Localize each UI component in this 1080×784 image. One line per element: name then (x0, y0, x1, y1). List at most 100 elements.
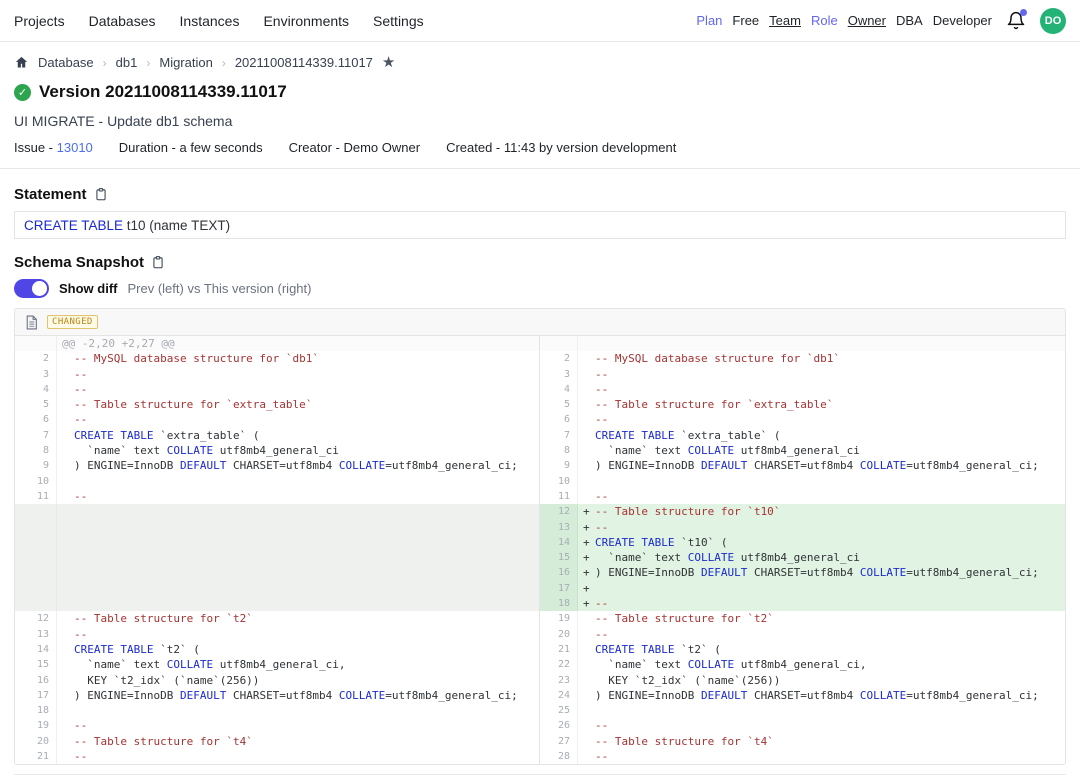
show-diff-toggle[interactable] (14, 279, 49, 298)
line-number (15, 520, 57, 535)
statement-sql: CREATE TABLE t10 (name TEXT) (14, 211, 1066, 239)
plan-option-team[interactable]: Team (769, 13, 801, 28)
line-number: 23 (540, 673, 578, 688)
diff-line: 11 -- (15, 489, 539, 504)
copy-snapshot-icon[interactable] (151, 255, 165, 270)
meta-label: Duration - a few seconds (119, 140, 263, 155)
line-number: 19 (540, 611, 578, 626)
line-code: KEY `t2_idx` (`name`(256)) (57, 673, 539, 688)
nav-item-instances[interactable]: Instances (180, 13, 240, 29)
diff-line (540, 336, 1065, 351)
line-number: 2 (540, 351, 578, 366)
issue-link[interactable]: 13010 (57, 140, 93, 155)
diff-line: 16+) ENGINE=InnoDB DEFAULT CHARSET=utf8m… (540, 565, 1065, 580)
line-code: +) ENGINE=InnoDB DEFAULT CHARSET=utf8mb4… (578, 565, 1065, 580)
role-option-developer[interactable]: Developer (933, 13, 992, 28)
section-divider (0, 168, 1080, 169)
diff-line (15, 520, 539, 535)
line-number: 17 (15, 688, 57, 703)
diff-left-column: @@ -2,20 +2,27 @@2 -- MySQL database str… (15, 336, 540, 764)
line-code (57, 565, 539, 580)
breadcrumb-item-3[interactable]: 20211008114339.11017 (235, 55, 373, 70)
diff-line: 21 CREATE TABLE `t2` ( (540, 642, 1065, 657)
line-number: 15 (540, 550, 578, 565)
notification-bell-icon[interactable] (1006, 11, 1026, 31)
diff-line: 6 -- (540, 412, 1065, 427)
diff-line: 4 -- (540, 382, 1065, 397)
line-number: 3 (15, 367, 57, 382)
breadcrumb: Database›db1›Migration›20211008114339.11… (14, 55, 1066, 70)
meta-item-3: Created - 11:43 by version development (446, 140, 676, 155)
diff-line (15, 565, 539, 580)
diff-line: 16 KEY `t2_idx` (`name`(256)) (15, 673, 539, 688)
diff-line: 9 ) ENGINE=InnoDB DEFAULT CHARSET=utf8mb… (540, 458, 1065, 473)
line-code: `name` text COLLATE utf8mb4_general_ci (578, 443, 1065, 458)
page-title: Version 20211008114339.11017 (39, 82, 287, 102)
role-option-dba[interactable]: DBA (896, 13, 923, 28)
diff-line: 18 (15, 703, 539, 718)
diff-line: 10 (540, 474, 1065, 489)
diff-line: @@ -2,20 +2,27 @@ (15, 336, 539, 351)
diff-line: 2 -- MySQL database structure for `db1` (15, 351, 539, 366)
breadcrumb-item-0[interactable]: Database (38, 55, 94, 70)
nav-item-environments[interactable]: Environments (263, 13, 349, 29)
line-number: 25 (540, 703, 578, 718)
diff-line: 26 -- (540, 718, 1065, 733)
line-code: -- (578, 412, 1065, 427)
line-code: +CREATE TABLE `t10` ( (578, 535, 1065, 550)
nav-item-projects[interactable]: Projects (14, 13, 65, 29)
role-group: Role Owner DBA Developer (811, 13, 992, 28)
chevron-right-icon: › (103, 56, 107, 70)
diff-line: 20 -- (540, 627, 1065, 642)
line-number: 3 (540, 367, 578, 382)
line-number (540, 336, 578, 351)
success-check-icon: ✓ (14, 84, 31, 101)
line-number (15, 550, 57, 565)
meta-label: Created - 11:43 by version development (446, 140, 676, 155)
home-icon[interactable] (14, 55, 29, 70)
line-number: 24 (540, 688, 578, 703)
line-code: -- (57, 412, 539, 427)
schema-snapshot-heading: Schema Snapshot (14, 254, 1066, 271)
line-code: -- (578, 627, 1065, 642)
line-number (15, 596, 57, 611)
line-number: 5 (15, 397, 57, 412)
line-number (15, 336, 57, 351)
line-code: -- (578, 489, 1065, 504)
line-number: 14 (15, 642, 57, 657)
diff-line: 12 -- Table structure for `t2` (15, 611, 539, 626)
line-number: 2 (15, 351, 57, 366)
statement-heading-label: Statement (14, 186, 87, 203)
meta-item-2: Creator - Demo Owner (289, 140, 420, 155)
line-number (15, 565, 57, 580)
schema-snapshot-heading-label: Schema Snapshot (14, 254, 144, 271)
meta-label: Issue - (14, 140, 57, 155)
diff-line: 3 -- (540, 367, 1065, 382)
line-number: 21 (540, 642, 578, 657)
line-code: + (578, 581, 1065, 596)
diff-line: 2 -- MySQL database structure for `db1` (540, 351, 1065, 366)
nav-item-settings[interactable]: Settings (373, 13, 424, 29)
line-code: -- (57, 749, 539, 764)
diff-line: 19 -- Table structure for `t2` (540, 611, 1065, 626)
user-avatar[interactable]: DO (1040, 8, 1066, 34)
line-number (15, 504, 57, 519)
star-icon[interactable]: ★ (382, 55, 395, 70)
breadcrumb-item-2[interactable]: Migration (159, 55, 212, 70)
diff-line (15, 596, 539, 611)
role-label: Role (811, 13, 838, 28)
nav-item-databases[interactable]: Databases (89, 13, 156, 29)
line-number: 4 (15, 382, 57, 397)
title-row: ✓ Version 20211008114339.11017 (14, 82, 1066, 102)
copy-statement-icon[interactable] (94, 187, 108, 202)
plan-option-free[interactable]: Free (732, 13, 759, 28)
chevron-right-icon: › (146, 56, 150, 70)
role-option-owner[interactable]: Owner (848, 13, 886, 28)
line-code: CREATE TABLE `t2` ( (57, 642, 539, 657)
breadcrumb-item-1[interactable]: db1 (116, 55, 138, 70)
line-code (57, 520, 539, 535)
line-code (578, 474, 1065, 489)
line-code: -- Table structure for `t2` (578, 611, 1065, 626)
show-diff-hint: Prev (left) vs This version (right) (128, 281, 312, 296)
line-code (57, 581, 539, 596)
